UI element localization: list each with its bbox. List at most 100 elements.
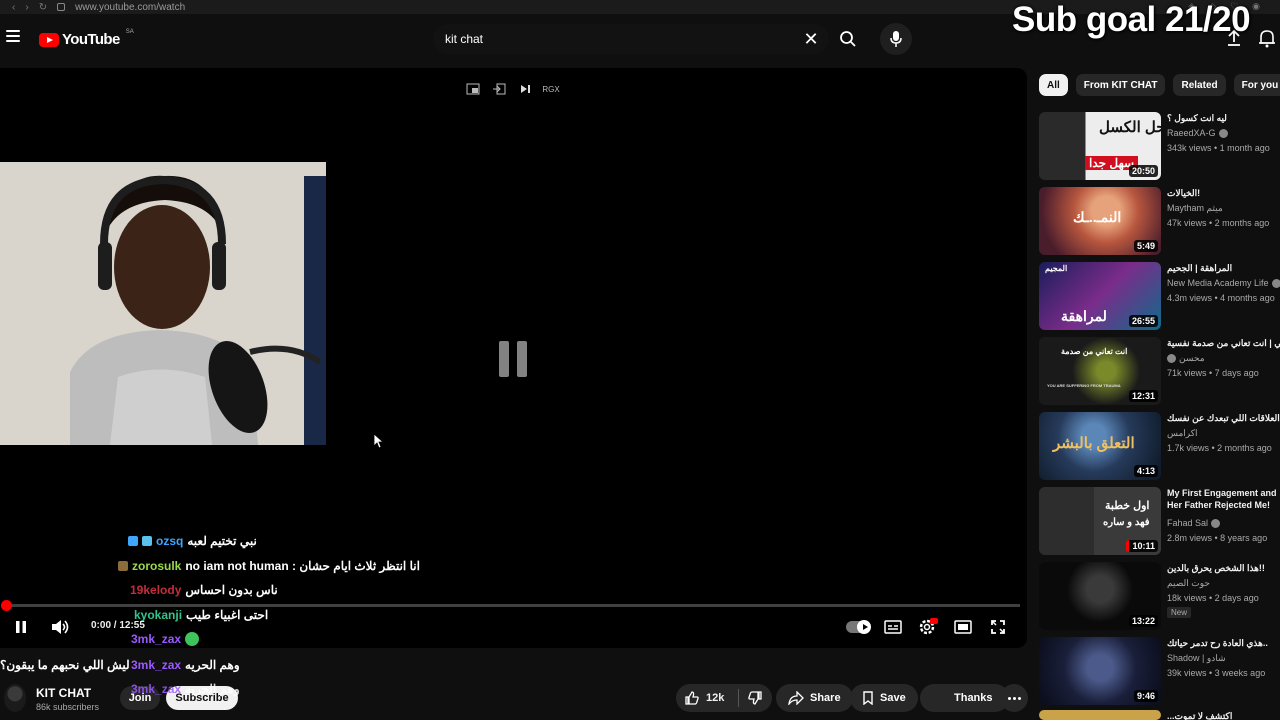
- extension-icon[interactable]: ◉: [1252, 1, 1260, 12]
- recommended-video[interactable]: ...اكتشف لا تموت: [1039, 710, 1280, 720]
- video-title[interactable]: ليه انت كسول ؟: [1167, 112, 1280, 124]
- video-thumbnail[interactable]: المجيم لمراهقة 26:55: [1039, 262, 1161, 330]
- video-channel[interactable]: حوت الصيم: [1167, 578, 1210, 589]
- scrubber-handle[interactable]: [1, 600, 12, 611]
- clear-search-icon[interactable]: ✕: [801, 29, 821, 49]
- recommended-video[interactable]: 13:22 هذا الشخص يحرق بالدين!! حوت الصيم …: [1039, 562, 1280, 630]
- channel-name: New Media Academy Life: [1167, 278, 1269, 288]
- miniplayer-icon: [954, 620, 972, 634]
- video-duration: 13:22: [1128, 615, 1158, 627]
- video-channel[interactable]: New Media Academy Life: [1167, 278, 1280, 288]
- video-player[interactable]: RGX ozsq نبي تختيم لعبه zorosulk no iam …: [0, 68, 1027, 648]
- subtitles-button[interactable]: [882, 616, 904, 638]
- video-channel[interactable]: محسن: [1167, 353, 1205, 364]
- video-title[interactable]: الخيالات!: [1167, 187, 1280, 199]
- fullscreen-button[interactable]: [987, 616, 1009, 638]
- chip-from-channel[interactable]: From KIT CHAT: [1075, 74, 1166, 96]
- chip-all[interactable]: All: [1039, 74, 1068, 96]
- video-channel[interactable]: اكرامس: [1167, 428, 1198, 439]
- volume-button[interactable]: [48, 616, 72, 638]
- thanks-button[interactable]: Thanks: [920, 684, 1009, 712]
- video-meta: 343k views • 1 month ago: [1167, 143, 1270, 153]
- chat-message: 3mk_zax وهم الحريه: [131, 682, 240, 696]
- chat-username: 3mk_zax: [131, 632, 182, 646]
- video-title[interactable]: المراهقة | الجحيم: [1167, 262, 1280, 274]
- gear-icon: [919, 618, 938, 635]
- video-title[interactable]: ركائي | انت تعاني من صدمة نفسية: [1167, 337, 1280, 349]
- pip-icon[interactable]: [464, 80, 482, 98]
- channel-name: اكرامس: [1167, 428, 1198, 438]
- video-thumbnail[interactable]: اول خطبة فهد و ساره 10:11: [1039, 487, 1161, 555]
- fullscreen-icon: [991, 620, 1005, 634]
- voice-search-button[interactable]: [880, 23, 912, 55]
- chip-for-you[interactable]: For you: [1233, 74, 1280, 96]
- save-button[interactable]: Save: [850, 684, 918, 712]
- youtube-logo[interactable]: YouTube SA: [39, 29, 134, 48]
- recommended-video[interactable]: 9:46 هذي العادة رح تدمر حياتك.. Shadow |…: [1039, 637, 1280, 705]
- recommended-video[interactable]: التعلق بالبشر 4:13 العلاقات اللي تبعدك ع…: [1039, 412, 1280, 480]
- miniplayer-button[interactable]: [952, 616, 974, 638]
- video-channel[interactable]: Shadow | شادو: [1167, 653, 1226, 664]
- chat-text: احتى اغبياء طيب: [186, 608, 269, 622]
- recommended-video[interactable]: انت تعاني من صدمة YOU ARE SUFFERING FROM…: [1039, 337, 1280, 405]
- recommended-video[interactable]: المجيم لمراهقة 26:55 المراهقة | الجحيم N…: [1039, 262, 1280, 330]
- video-thumbnail[interactable]: النمـ..ـك 5:49: [1039, 187, 1161, 255]
- video-thumbnail[interactable]: انت تعاني من صدمة YOU ARE SUFFERING FROM…: [1039, 337, 1161, 405]
- reload-icon[interactable]: ↻: [39, 2, 47, 13]
- save-label: Save: [880, 692, 906, 704]
- share-button[interactable]: Share: [776, 684, 853, 712]
- dislike-button[interactable]: [739, 690, 771, 706]
- like-button[interactable]: 12k: [676, 690, 738, 706]
- search-button[interactable]: [830, 24, 866, 54]
- video-title[interactable]: هذا الشخص يحرق بالدين!!: [1167, 562, 1280, 574]
- recommended-video[interactable]: حل الكسل سهل جدا 20:50 ليه انت كسول ؟ Ra…: [1039, 112, 1280, 180]
- channel-name: RaeedXA-G: [1167, 128, 1216, 138]
- chat-text: نبي تختيم لعبه: [187, 534, 257, 548]
- channel-name[interactable]: KIT CHAT: [36, 686, 91, 700]
- sub-goal-overlay: Sub goal 21/20: [1012, 0, 1251, 39]
- more-actions-button[interactable]: [1000, 684, 1028, 712]
- video-title[interactable]: هذي العادة رح تدمر حياتك..: [1167, 637, 1280, 649]
- autoplay-play-icon: [857, 620, 871, 634]
- center-pause-indicator[interactable]: [499, 341, 527, 377]
- video-thumbnail[interactable]: التعلق بالبشر 4:13: [1039, 412, 1161, 480]
- youtube-play-logo-icon: [39, 32, 59, 47]
- recommended-video[interactable]: اول خطبة فهد و ساره 10:11 My First Engag…: [1039, 487, 1280, 555]
- video-thumbnail[interactable]: 13:22: [1039, 562, 1161, 630]
- notifications-button[interactable]: [1258, 28, 1278, 48]
- url-text[interactable]: www.youtube.com/watch: [75, 2, 185, 13]
- video-meta: 18k views • 2 days ago: [1167, 593, 1259, 603]
- chat-message: 3mk_zax وهم الحريه: [131, 658, 240, 672]
- chip-related[interactable]: Related: [1173, 74, 1226, 96]
- recommended-video[interactable]: النمـ..ـك 5:49 الخيالات! Maytham ميثم 47…: [1039, 187, 1280, 255]
- video-channel[interactable]: Fahad Sal: [1167, 518, 1221, 528]
- enter-icon[interactable]: [490, 80, 508, 98]
- pause-button[interactable]: [10, 616, 32, 638]
- menu-icon[interactable]: [6, 30, 20, 42]
- settings-button[interactable]: [916, 616, 940, 638]
- chat-username: 3mk_zax: [131, 658, 182, 672]
- video-meta: 4.3m views • 4 months ago: [1167, 293, 1275, 303]
- video-duration: 4:13: [1133, 465, 1158, 477]
- video-thumbnail[interactable]: [1039, 710, 1161, 720]
- back-icon[interactable]: ‹: [12, 2, 15, 13]
- lock-icon: [57, 3, 66, 11]
- search-icon: [840, 31, 856, 47]
- rgx-label[interactable]: RGX: [542, 80, 560, 98]
- video-channel[interactable]: RaeedXA-G: [1167, 128, 1228, 138]
- video-title[interactable]: My First Engagement and Her Father Rejec…: [1167, 487, 1280, 513]
- chat-text: no iam not human : انا انتظر ثلاث ايام ح…: [185, 559, 420, 573]
- video-channel[interactable]: Maytham ميثم: [1167, 203, 1223, 214]
- skip-next-icon[interactable]: [516, 80, 534, 98]
- video-thumbnail[interactable]: 9:46: [1039, 637, 1161, 705]
- forward-icon[interactable]: ›: [25, 2, 28, 13]
- channel-avatar[interactable]: [4, 684, 26, 712]
- chat-username: 19kelody: [130, 583, 182, 597]
- video-title[interactable]: العلاقات اللي تبعدك عن نفسك: [1167, 412, 1280, 424]
- video-title[interactable]: ...اكتشف لا تموت: [1167, 710, 1280, 720]
- video-thumbnail[interactable]: حل الكسل سهل جدا 20:50: [1039, 112, 1161, 180]
- search-input[interactable]: [445, 32, 785, 46]
- thumbnail-text: المجيم: [1045, 264, 1068, 273]
- progress-bar[interactable]: [1, 600, 1020, 611]
- autoplay-toggle[interactable]: [846, 620, 871, 634]
